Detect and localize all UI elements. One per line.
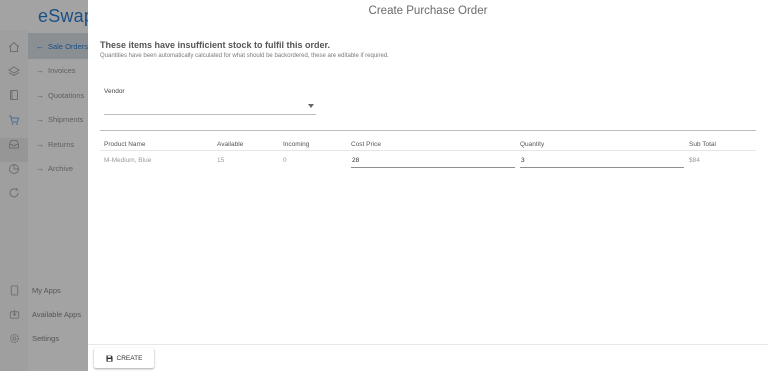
save-icon <box>105 354 113 362</box>
insufficient-stock-heading: These items have insufficient stock to f… <box>100 40 331 50</box>
col-header-sub-total: Sub Total <box>689 141 716 148</box>
gear-icon <box>0 333 28 344</box>
chart-pie-icon[interactable] <box>8 163 20 175</box>
arrow-right-icon: → <box>36 65 44 75</box>
col-header-available: Available <box>217 141 244 148</box>
nav-label: Quotations <box>48 90 85 100</box>
cell-product-name: M-Medium, Blue <box>104 157 152 164</box>
nav-sale-orders[interactable]: ← Sale Orders <box>28 33 88 59</box>
back-arrow-icon: ← <box>35 41 44 51</box>
footer-divider <box>88 344 768 345</box>
book-icon[interactable] <box>8 89 20 101</box>
nav-label: Invoices <box>48 65 76 75</box>
inbox-icon[interactable] <box>8 138 20 150</box>
layers-icon[interactable] <box>8 65 20 77</box>
create-button[interactable]: CREATE <box>94 348 154 368</box>
cell-available: 15 <box>217 157 225 164</box>
nav-available-apps[interactable]: Available Apps <box>0 304 88 324</box>
quantity-input[interactable] <box>520 154 684 168</box>
arrow-right-icon: → <box>36 163 44 173</box>
vendor-select[interactable] <box>104 99 316 115</box>
col-header-incoming: Incoming <box>283 141 310 148</box>
nav-label: My Apps <box>32 285 61 295</box>
col-header-product-name: Product Name <box>104 141 146 148</box>
arrow-right-icon: → <box>36 139 44 149</box>
home-icon[interactable] <box>8 41 20 53</box>
tablet-icon <box>0 284 28 296</box>
download-icon <box>0 309 28 320</box>
create-button-label: CREATE <box>116 354 143 362</box>
nav-label: Archive <box>48 163 74 173</box>
table-header-divider <box>100 150 756 151</box>
nav-label: Sale Orders <box>47 41 88 51</box>
nav-label: Available Apps <box>32 309 82 319</box>
brand-logo: eSwap <box>38 6 88 26</box>
cart-icon[interactable] <box>8 114 20 126</box>
nav-archive[interactable]: → Archive <box>28 156 88 180</box>
create-purchase-order-dialog: Create Purchase Order These items have i… <box>88 0 768 371</box>
arrow-right-icon: → <box>36 114 44 124</box>
nav-label: Shipments <box>48 114 84 124</box>
dropdown-caret-icon <box>308 104 314 108</box>
table-top-divider <box>100 130 756 131</box>
backorder-note: Quantities have been automatically calcu… <box>100 53 389 59</box>
cost-price-input[interactable] <box>351 154 515 168</box>
nav-label: Settings <box>32 333 60 343</box>
nav-label: Returns <box>48 139 75 149</box>
vendor-label: Vendor <box>104 88 125 95</box>
col-header-cost-price: Cost Price <box>351 141 381 148</box>
cell-sub-total: $84 <box>689 157 700 164</box>
arrow-right-icon: → <box>36 90 44 100</box>
nav-my-apps[interactable]: My Apps <box>0 280 88 300</box>
nav-settings[interactable]: Settings <box>0 328 88 348</box>
nav-invoices[interactable]: → Invoices <box>28 58 88 82</box>
app-sidebar: eSwap ← Sale Orders → Invoices → <box>0 0 88 371</box>
dialog-title: Create Purchase Order <box>368 5 488 17</box>
nav-quotations[interactable]: → Quotations <box>28 83 88 107</box>
cell-incoming: 0 <box>283 157 287 164</box>
nav-shipments[interactable]: → Shipments <box>28 107 88 131</box>
col-header-quantity: Quantity <box>520 141 545 148</box>
refresh-icon[interactable] <box>8 187 20 199</box>
nav-returns[interactable]: → Returns <box>28 132 88 156</box>
